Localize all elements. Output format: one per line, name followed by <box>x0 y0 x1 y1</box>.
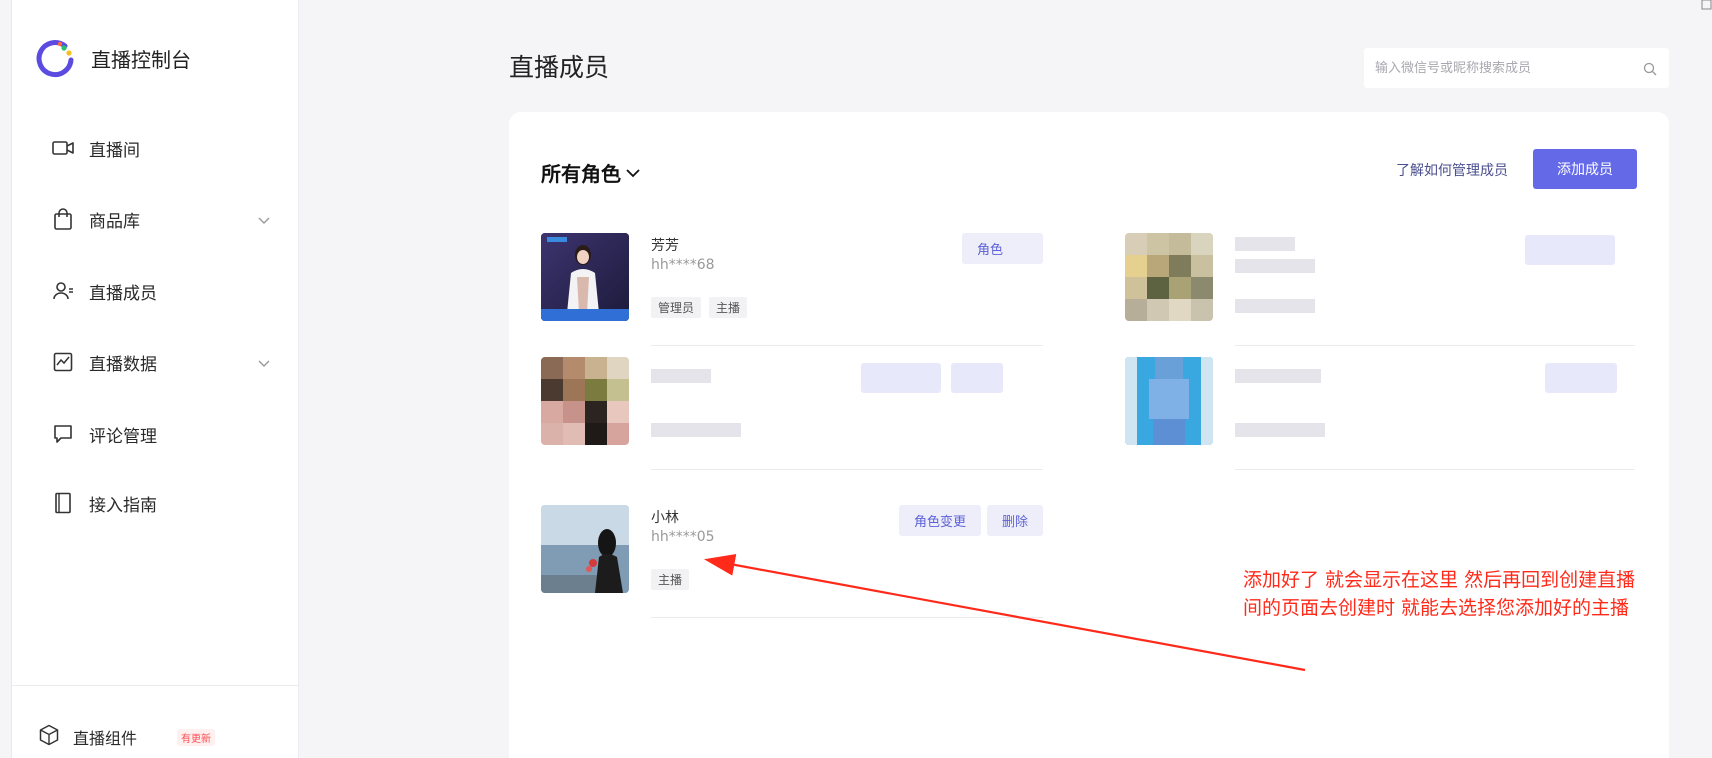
row-divider <box>1235 469 1635 470</box>
member-card: 小林 hh****05 主播 角色变更 删除 <box>541 505 1043 635</box>
redacted-name <box>1235 369 1321 383</box>
row-divider <box>651 345 1043 346</box>
member-card-redacted <box>541 357 1043 487</box>
search-icon[interactable] <box>1643 61 1657 80</box>
role-tag: 主播 <box>651 569 690 590</box>
chevron-down-icon <box>626 168 640 177</box>
sidebar-item-live-data[interactable]: 直播数据 <box>51 348 271 376</box>
member-account: hh****05 <box>651 529 715 545</box>
row-divider <box>651 617 1043 618</box>
member-card-redacted <box>1125 233 1635 363</box>
sidebar-item-label: 评论管理 <box>89 426 157 447</box>
add-member-button[interactable]: 添加成员 <box>1533 149 1637 189</box>
member-avatar <box>541 233 629 321</box>
shopping-bag-icon <box>51 207 75 231</box>
member-avatar-redacted <box>1125 233 1213 321</box>
row-divider <box>651 469 1043 470</box>
member-avatar-redacted <box>1125 357 1213 445</box>
role-tag: 管理员 <box>651 297 702 318</box>
chevron-down-icon[interactable] <box>257 210 271 229</box>
member-tags: 主播 <box>651 569 690 590</box>
members-card: 所有角色 了解如何管理成员 添加成员 芳芳 hh****68 管理员 主播 角色… <box>509 112 1669 758</box>
sidebar-item-live-room[interactable]: 直播间 <box>51 134 271 162</box>
redacted-tags <box>1235 299 1315 313</box>
members-icon <box>51 279 75 303</box>
sidebar-item-label: 直播组件 <box>73 729 138 748</box>
annotation-line-2: 间的页面去创建时 就能去选择您添加好的主播 <box>1243 597 1630 619</box>
search-input[interactable] <box>1364 48 1624 88</box>
member-card: 芳芳 hh****68 管理员 主播 角色 <box>541 233 1043 363</box>
annotation-line-1: 添加好了 就会显示在这里 然后再回到创建直播 <box>1243 569 1636 591</box>
member-tags: 管理员 主播 <box>651 297 748 318</box>
member-avatar-redacted <box>541 357 629 445</box>
role-tag: 主播 <box>709 297 748 318</box>
change-role-button[interactable]: 角色 <box>961 233 1043 264</box>
sidebar-item-label: 直播间 <box>89 140 140 161</box>
redacted-action-button[interactable] <box>951 363 1003 393</box>
row-divider <box>1235 345 1635 346</box>
comment-icon <box>51 422 75 446</box>
brand-logo-icon <box>35 38 75 78</box>
member-avatar <box>541 505 629 593</box>
video-camera-icon <box>51 136 75 160</box>
member-actions: 角色变更 删除 <box>898 505 1043 536</box>
update-badge: 有更新 <box>177 728 216 746</box>
redacted-action-button[interactable] <box>1525 235 1615 265</box>
sidebar-item-live-widget[interactable]: 直播组件 有更新 <box>39 724 216 750</box>
sidebar-item-label: 商品库 <box>89 211 140 232</box>
sidebar-edge <box>11 0 12 758</box>
chevron-down-icon[interactable] <box>257 353 271 372</box>
redacted-tags <box>1235 423 1325 437</box>
redacted-account <box>1235 259 1315 273</box>
redacted-name <box>1235 237 1295 251</box>
sidebar-item-live-members[interactable]: 直播成员 <box>51 277 271 305</box>
page-title: 直播成员 <box>509 53 610 82</box>
member-name: 芳芳 <box>651 238 679 254</box>
redacted-action-button[interactable] <box>1545 363 1617 393</box>
change-role-button[interactable]: 角色变更 <box>898 505 981 536</box>
redacted-name <box>651 369 711 383</box>
learn-manage-members-link[interactable]: 了解如何管理成员 <box>1396 160 1508 180</box>
delete-member-button[interactable]: 删除 <box>986 505 1043 536</box>
redacted-action-button[interactable] <box>861 363 941 393</box>
chart-icon <box>51 350 75 374</box>
role-filter-dropdown[interactable]: 所有角色 <box>541 158 641 187</box>
sidebar-item-comment-management[interactable]: 评论管理 <box>51 420 271 448</box>
brand-title: 直播控制台 <box>91 47 191 72</box>
member-account: hh****68 <box>651 257 715 273</box>
sidebar-item-product-library[interactable]: 商品库 <box>51 205 271 233</box>
redacted-tags <box>651 423 741 437</box>
book-icon <box>51 491 75 515</box>
sidebar-item-label: 直播成员 <box>89 283 157 304</box>
member-name: 小林 <box>651 510 679 526</box>
window-corner-icon <box>1701 0 1712 10</box>
sidebar-item-label: 直播数据 <box>89 354 157 375</box>
cube-icon <box>39 724 59 750</box>
role-filter-label: 所有角色 <box>541 162 621 186</box>
sidebar: 直播控制台 直播间 商品库 直播成员 直播数据 评论管理 接入指南 直播组件 有… <box>11 0 299 758</box>
sidebar-divider <box>11 685 299 686</box>
sidebar-item-label: 接入指南 <box>89 495 157 516</box>
annotation-note: 添加好了 就会显示在这里 然后再回到创建直播 间的页面去创建时 就能去选择您添加… <box>1243 566 1703 622</box>
member-actions: 角色 <box>961 233 1043 264</box>
sidebar-item-access-guide[interactable]: 接入指南 <box>51 489 271 517</box>
brand[interactable]: 直播控制台 <box>35 38 191 78</box>
search-box <box>1364 48 1669 88</box>
member-card-redacted <box>1125 357 1635 487</box>
